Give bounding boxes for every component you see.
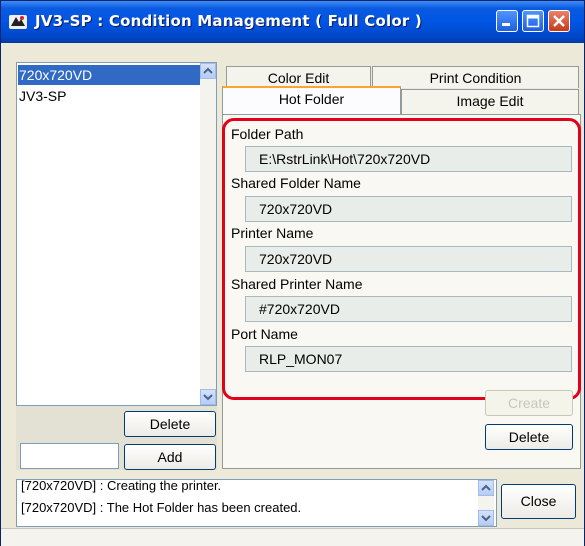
minimize-button[interactable] [496,10,518,32]
log-line: [720x720VD] : Creating the printer. [21,479,222,493]
chevron-down-icon [481,515,491,522]
message-log[interactable]: [720x720VD] : Creating the printer. [720… [16,479,497,527]
app-icon [9,15,27,29]
list-item[interactable]: JV3-SP [18,86,202,106]
tab-color-edit[interactable]: Color Edit [226,66,371,88]
status-bar [1,528,584,546]
log-scroll-down-button[interactable] [478,510,494,526]
delete-hot-folder-button[interactable]: Delete [485,424,573,450]
log-line: [720x720VD] : The Hot Folder has been cr… [21,500,302,515]
list-scrollbar[interactable] [200,63,216,405]
chevron-up-icon [481,484,491,491]
tab-image-edit[interactable]: Image Edit [401,89,579,114]
close-button[interactable]: Close [501,484,576,519]
close-window-button[interactable] [548,10,570,32]
profile-list[interactable]: 720x720VD JV3-SP [16,62,217,406]
maximize-button[interactable] [522,10,544,32]
scroll-up-button[interactable] [200,63,216,79]
tab-hot-folder[interactable]: Hot Folder [222,86,401,114]
chevron-up-icon [203,67,213,74]
window-title: JV3-SP : Condition Management ( Full Col… [35,12,422,30]
tab-print-condition[interactable]: Print Condition [372,66,579,88]
new-profile-input[interactable] [20,443,119,469]
delete-profile-button[interactable]: Delete [124,411,216,437]
log-scrollbar[interactable] [478,480,494,526]
log-scroll-up-button[interactable] [478,480,494,496]
scroll-down-button[interactable] [200,389,216,405]
minimize-icon [502,23,510,26]
add-profile-button[interactable]: Add [124,444,216,470]
create-button[interactable]: Create [485,390,573,416]
title-bar[interactable]: JV3-SP : Condition Management ( Full Col… [1,1,584,43]
list-item[interactable]: 720x720VD [18,65,202,85]
maximize-icon [526,14,540,28]
highlight-frame [222,118,581,400]
condition-management-window: JV3-SP : Condition Management ( Full Col… [0,0,585,546]
close-icon [553,15,565,27]
chevron-down-icon [203,394,213,401]
